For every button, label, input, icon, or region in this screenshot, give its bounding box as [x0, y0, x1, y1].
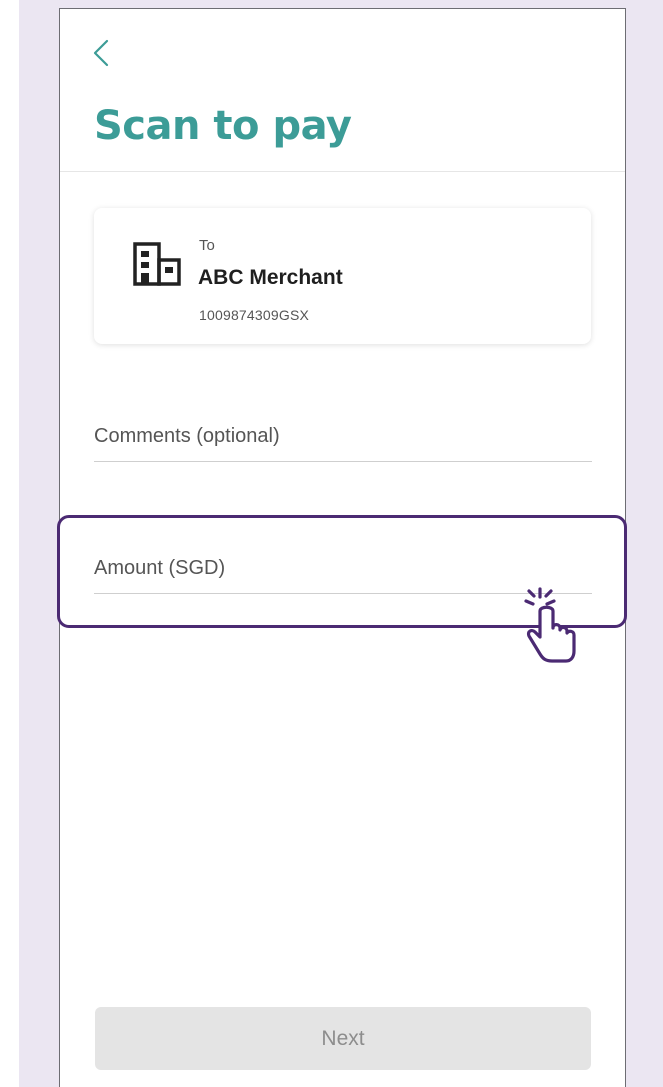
- comments-input[interactable]: [94, 421, 592, 451]
- page-title: Scan to pay: [94, 103, 352, 149]
- comments-field[interactable]: [94, 421, 592, 462]
- back-button[interactable]: [89, 35, 119, 71]
- tap-hand-icon: [524, 587, 576, 663]
- merchant-card: To ABC Merchant 1009874309GSX: [94, 208, 591, 344]
- header-divider: [60, 171, 625, 172]
- next-button[interactable]: Next: [95, 1007, 591, 1070]
- building-icon: [133, 242, 181, 286]
- merchant-name: ABC Merchant: [198, 266, 343, 289]
- phone-screen: Scan to pay To ABC Merchant 1009874309GS…: [57, 8, 627, 1087]
- to-label: To: [199, 237, 215, 254]
- chevron-left-icon: [93, 39, 109, 67]
- merchant-id: 1009874309GSX: [199, 307, 310, 323]
